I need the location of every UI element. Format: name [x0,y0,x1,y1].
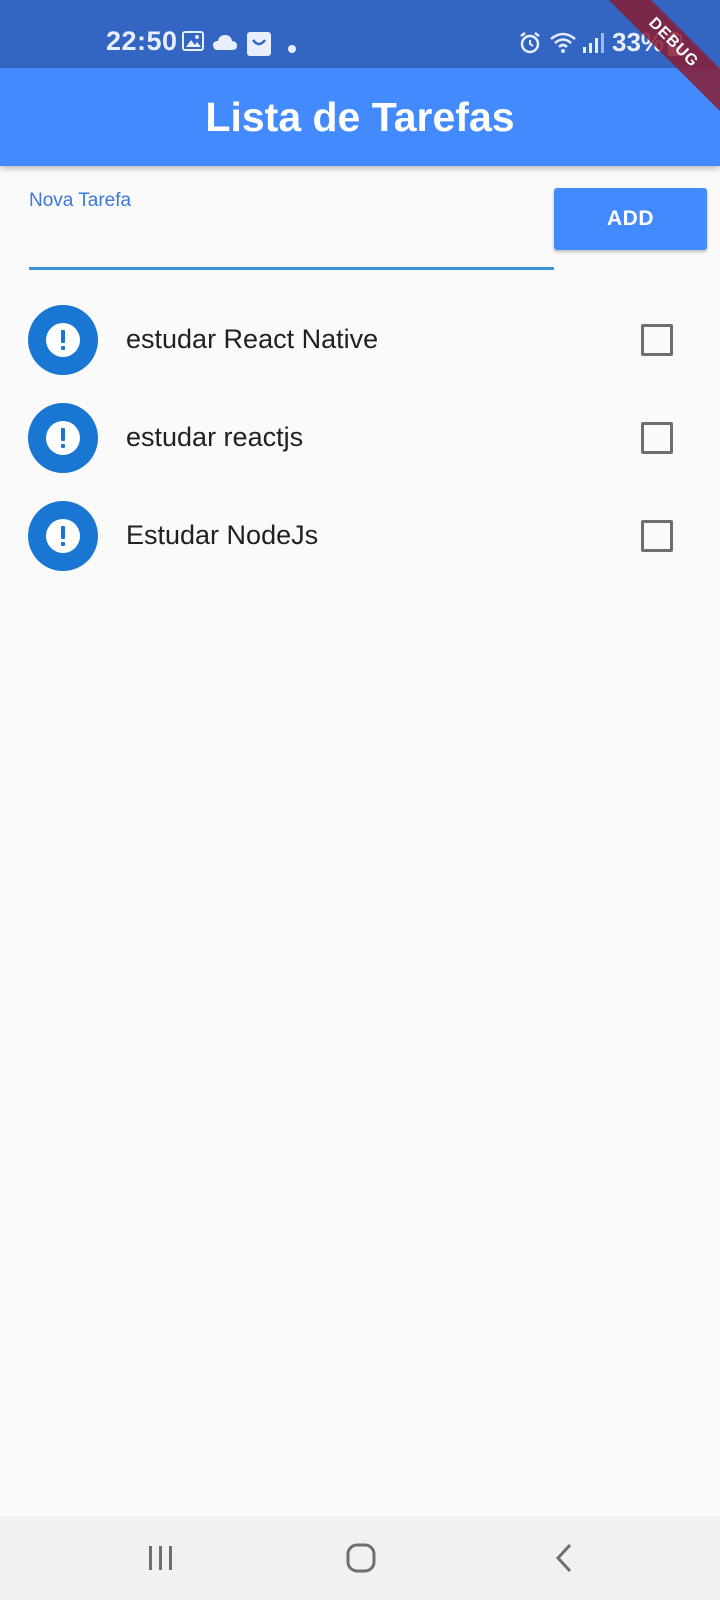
bag-icon [246,31,272,62]
add-button[interactable]: ADD [554,188,707,250]
recent-apps-icon[interactable] [139,1536,183,1580]
cloud-icon [212,34,238,57]
list-item[interactable]: estudar React Native [0,290,720,388]
home-icon[interactable] [339,1536,383,1580]
task-checkbox[interactable] [641,324,673,356]
error-icon [28,501,98,571]
status-bar: 22:50 33% [0,0,720,68]
status-time: 22:50 [106,26,178,56]
task-label: estudar React Native [126,324,379,354]
screen: 22:50 33% DEBUG Lista de Tarefas Nova Ta… [0,0,720,1600]
task-label: Estudar NodeJs [126,520,319,550]
new-task-input[interactable] [29,214,554,270]
image-icon [182,30,204,57]
task-label: estudar reactjs [126,422,304,452]
new-task-label: Nova Tarefa [29,190,132,211]
nav-bar [0,1516,720,1600]
dot-icon [288,40,296,58]
task-checkbox[interactable] [641,422,673,454]
error-icon [28,403,98,473]
alarm-icon [518,31,542,60]
list-item[interactable]: Estudar NodeJs [0,486,720,584]
back-icon[interactable] [543,1536,587,1580]
app-title: Lista de Tarefas [205,93,515,140]
error-icon [28,305,98,375]
task-checkbox[interactable] [641,520,673,552]
wifi-icon [549,31,577,60]
signal-icon [582,33,604,58]
app-bar: Lista de Tarefas [0,68,720,166]
list-item[interactable]: estudar reactjs [0,388,720,486]
